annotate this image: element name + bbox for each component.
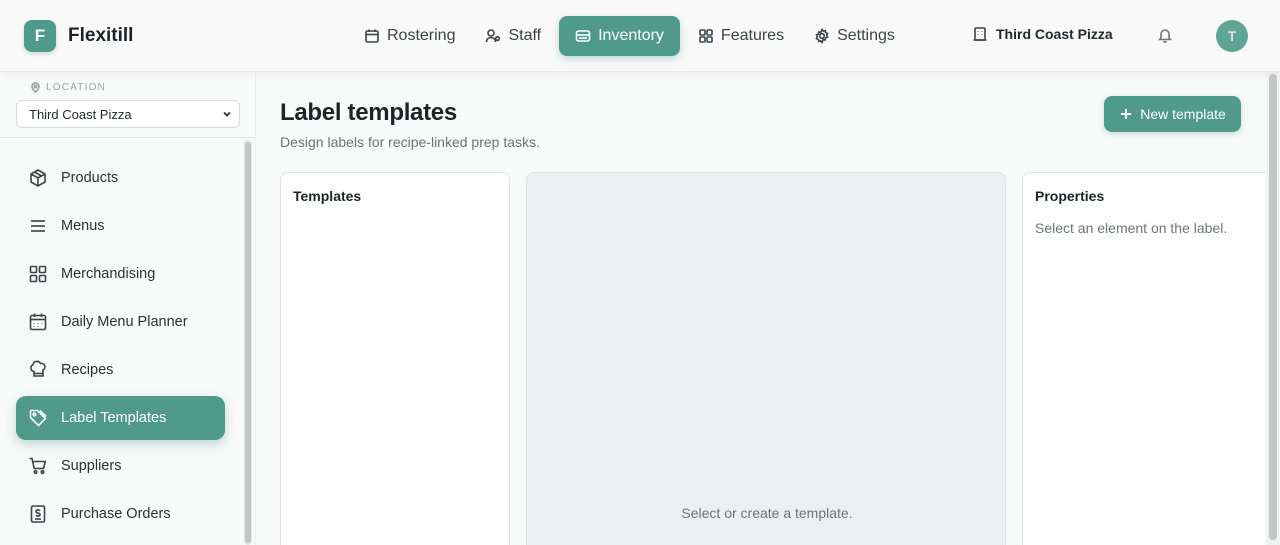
sidebar-item-label: Products <box>61 170 119 186</box>
sidebar-scrollbar[interactable] <box>244 140 252 545</box>
properties-panel: Properties Select an element on the labe… <box>1022 172 1272 545</box>
calendar-icon <box>365 29 379 43</box>
inventory-icon <box>575 30 591 42</box>
sidebar-item-label: Daily Menu Planner <box>61 314 188 330</box>
nav-settings-label: Settings <box>837 27 895 44</box>
app-logo[interactable]: F <box>24 20 56 52</box>
page-subtitle: Design labels for recipe-linked prep tas… <box>280 134 540 150</box>
nav-settings[interactable]: Settings <box>802 16 907 56</box>
bell-icon <box>1158 29 1172 43</box>
main-nav: Rostering Staff Inventory Features Setti… <box>352 16 907 56</box>
sidebar-item-products[interactable]: Products <box>16 156 225 200</box>
sidebar-nav: Products Menus Merchandising Daily Menu … <box>16 156 225 540</box>
properties-hint: Select an element on the label. <box>1035 220 1228 236</box>
store-switcher[interactable]: Third Coast Pizza <box>972 26 1113 42</box>
box-icon <box>30 169 46 187</box>
sidebar-item-label-templates[interactable]: Label Templates <box>16 396 225 440</box>
sidebar-item-label: Suppliers <box>61 458 122 474</box>
sidebar-item-label: Label Templates <box>61 410 167 426</box>
nav-inventory-label: Inventory <box>598 27 664 44</box>
tag-icon <box>29 409 47 427</box>
label-canvas[interactable]: Select or create a template. <box>526 172 1006 545</box>
sidebar-item-daily-menu-planner[interactable]: Daily Menu Planner <box>16 300 225 344</box>
canvas-empty-text: Select or create a template. <box>681 505 853 521</box>
sidebar-item-menus[interactable]: Menus <box>16 204 225 248</box>
map-pin-icon <box>31 82 40 93</box>
receipt-icon <box>30 505 46 523</box>
nav-inventory[interactable]: Inventory <box>559 16 680 56</box>
sidebar-item-label: Recipes <box>61 362 114 378</box>
notifications-button[interactable] <box>1157 27 1175 45</box>
sidebar-item-suppliers[interactable]: Suppliers <box>16 444 225 488</box>
nav-staff-label: Staff <box>508 27 542 44</box>
chevron-down-icon <box>221 108 233 120</box>
sidebar-item-merchandising[interactable]: Merchandising <box>16 252 225 296</box>
sidebar-item-label: Menus <box>61 218 105 234</box>
sidebar-item-label: Merchandising <box>61 266 156 282</box>
location-select-value: Third Coast Pizza <box>29 106 132 122</box>
templates-panel-title: Templates <box>293 188 362 204</box>
nav-features[interactable]: Features <box>686 16 796 56</box>
new-template-button[interactable]: New template <box>1104 96 1241 132</box>
location-label-text: LOCATION <box>46 82 106 93</box>
plus-icon <box>1121 109 1132 119</box>
nav-rostering[interactable]: Rostering <box>352 16 467 56</box>
sidebar-item-recipes[interactable]: Recipes <box>16 348 225 392</box>
templates-panel: Templates <box>280 172 510 545</box>
sidebar-item-purchase-orders[interactable]: Purchase Orders <box>16 492 225 536</box>
app-name[interactable]: Flexitill <box>68 25 133 47</box>
location-label: LOCATION <box>30 82 106 93</box>
main-scrollbar-thumb[interactable] <box>1269 74 1277 540</box>
cart-icon <box>29 457 47 475</box>
nav-rostering-label: Rostering <box>387 27 456 44</box>
calendar-icon <box>29 313 47 331</box>
grid-icon <box>29 265 47 283</box>
main-scrollbar[interactable] <box>1266 72 1280 545</box>
location-select[interactable]: Third Coast Pizza <box>16 100 240 128</box>
sidebar: LOCATION Third Coast Pizza Products Menu… <box>0 72 256 545</box>
properties-panel-title: Properties <box>1035 188 1105 204</box>
nav-staff[interactable]: Staff <box>473 16 553 56</box>
staff-icon <box>486 29 501 43</box>
top-bar: F Flexitill Rostering Staff Inventory Fe… <box>0 0 1280 72</box>
new-template-label: New template <box>1140 106 1226 122</box>
sidebar-item-label: Purchase Orders <box>61 506 171 522</box>
grid-icon <box>699 29 713 43</box>
gear-icon <box>815 28 829 44</box>
chef-hat-icon <box>30 360 46 377</box>
menu-lines-icon <box>31 220 45 232</box>
sidebar-scrollbar-thumb[interactable] <box>245 142 251 543</box>
building-icon <box>973 27 987 41</box>
sidebar-divider <box>0 137 256 138</box>
nav-features-label: Features <box>720 27 785 44</box>
page-title: Label templates <box>280 99 457 126</box>
store-name: Third Coast Pizza <box>996 26 1113 42</box>
avatar[interactable]: T <box>1216 20 1248 52</box>
